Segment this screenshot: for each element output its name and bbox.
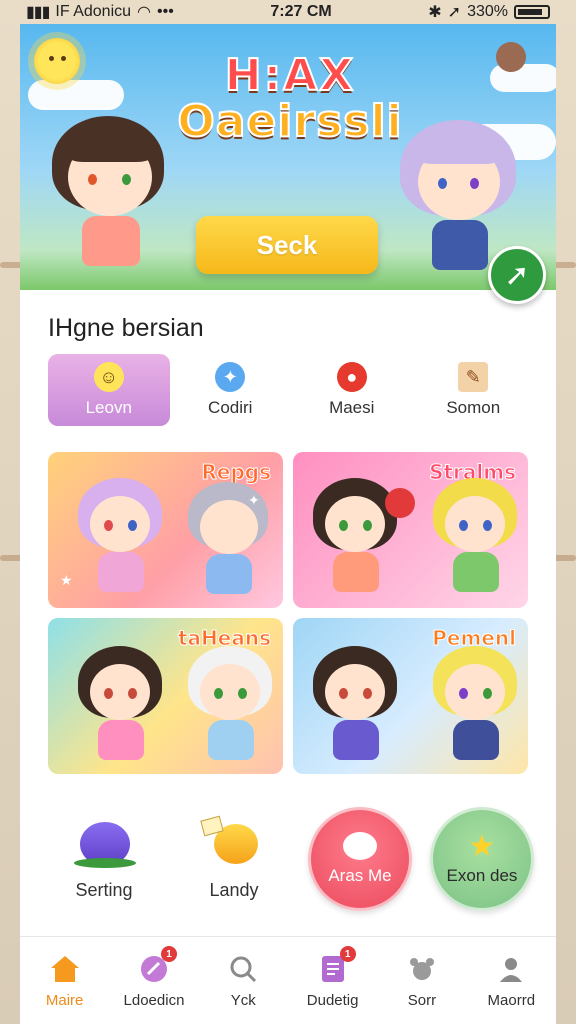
signal-icon: ▮▮▮ xyxy=(26,4,50,21)
character-illustration xyxy=(78,646,168,766)
cloud-decoration xyxy=(28,80,124,110)
arrow-up-right-icon: ➚ xyxy=(504,258,530,292)
home-icon xyxy=(48,952,82,986)
app-logo: H:AX Oaeirssli xyxy=(170,53,410,147)
tab-label: Maire xyxy=(45,992,84,1009)
logo-line-2: Oaeirssli xyxy=(176,96,403,147)
document-icon: 1 xyxy=(316,946,356,986)
cloud-decoration xyxy=(490,64,556,92)
clock: 7:27 CM xyxy=(270,3,332,20)
character-illustration xyxy=(52,116,172,276)
category-codiri[interactable]: ✦ Codiri xyxy=(170,354,292,426)
bear-icon xyxy=(343,832,377,860)
status-bar: ▮▮▮ IF Adonicu ◠ ••• 7:27 CM ✱ ➚ 330% xyxy=(20,0,556,24)
star-icon: ★ xyxy=(468,830,496,863)
character-illustration xyxy=(188,646,278,766)
card-repgs[interactable]: Repgs ✦ ★ xyxy=(48,452,283,608)
owl-icon xyxy=(496,42,526,72)
tab-yck[interactable]: Yck xyxy=(200,952,286,1009)
character-illustration xyxy=(433,478,523,598)
carrier-name: IF Adonicu xyxy=(55,3,132,20)
tab-sorr[interactable]: Sorr xyxy=(379,952,465,1009)
action-exon-des[interactable]: ★ Exon des xyxy=(430,807,534,911)
cat-mascot-icon xyxy=(72,818,136,870)
action-serting[interactable]: Serting xyxy=(48,818,160,901)
action-label: Serting xyxy=(75,879,133,900)
battery-percent: 330% xyxy=(467,3,508,20)
location-icon: ➚ xyxy=(447,4,462,21)
tab-label: Yck xyxy=(230,992,256,1009)
category-leovn[interactable]: ☺ Leovn xyxy=(48,354,170,426)
apple-icon: ● xyxy=(336,362,367,392)
tab-label: Ldoedicn xyxy=(123,992,185,1009)
sun-icon xyxy=(34,38,80,84)
category-row: ☺ Leovn ✦ Codiri ● Maesi ✎ Somon xyxy=(48,354,534,426)
category-label: Leovn xyxy=(85,398,132,417)
tab-label: Sorr xyxy=(407,992,437,1009)
search-button[interactable]: Seck xyxy=(196,216,378,274)
logo-line-1: H:AX xyxy=(224,50,356,101)
search-icon xyxy=(226,952,260,986)
more-icon: ••• xyxy=(157,3,174,20)
star-mascot-icon xyxy=(200,815,266,870)
action-aras-me[interactable]: Aras Me xyxy=(308,807,412,911)
lollipop-icon xyxy=(385,488,415,518)
battery-icon xyxy=(514,5,550,19)
bottom-tab-bar: Maire 1 Ldoedicn Yck 1 Dudetig Sorr Maor… xyxy=(20,936,556,1024)
tab-maorrd[interactable]: Maorrd xyxy=(468,952,554,1009)
app-screen: H:AX Oaeirssli Seck ➚ IHgne bersian ☺ Le… xyxy=(20,24,556,1024)
character-illustration xyxy=(433,646,523,766)
hero-banner: H:AX Oaeirssli Seck xyxy=(20,24,556,290)
feature-cards: Repgs ✦ ★ Stralms taHeans Pemenl xyxy=(48,452,528,774)
card-taheans[interactable]: taHeans xyxy=(48,618,283,774)
section-title: IHgne bersian xyxy=(48,314,204,342)
action-label: Exon des xyxy=(446,866,518,885)
card-stralms[interactable]: Stralms xyxy=(293,452,528,608)
paw-icon xyxy=(405,952,439,986)
category-label: Maesi xyxy=(329,398,375,417)
card-pemenl[interactable]: Pemenl xyxy=(293,618,528,774)
action-label: Aras Me xyxy=(328,866,392,885)
card-title: Repgs xyxy=(201,460,272,485)
category-label: Codiri xyxy=(208,398,253,417)
character-illustration xyxy=(188,482,278,602)
tab-label: Dudetig xyxy=(306,992,359,1009)
quick-actions: Serting Landy Aras Me ★ Exon des xyxy=(48,804,534,914)
notification-badge: 1 xyxy=(339,946,356,962)
tab-maire[interactable]: Maire xyxy=(22,952,108,1009)
tab-dudetig[interactable]: 1 Dudetig xyxy=(290,946,376,1009)
pencil-box-icon: ✎ xyxy=(458,362,489,392)
category-somon[interactable]: ✎ Somon xyxy=(413,354,535,426)
notification-badge: 1 xyxy=(160,946,177,962)
chat-bubble-icon: ✦ xyxy=(215,362,246,392)
tab-label: Maorrd xyxy=(487,992,536,1009)
profile-icon xyxy=(494,952,528,986)
action-label: Landy xyxy=(209,879,259,900)
edit-icon: 1 xyxy=(137,946,177,986)
character-illustration xyxy=(313,646,403,766)
character-illustration xyxy=(78,478,168,598)
share-button[interactable]: ➚ xyxy=(488,246,546,304)
wifi-icon: ◠ xyxy=(137,4,151,21)
category-label: Somon xyxy=(446,398,501,417)
smiley-icon: ☺ xyxy=(93,362,124,392)
tab-ldoedicn[interactable]: 1 Ldoedicn xyxy=(111,946,197,1009)
bluetooth-icon: ✱ xyxy=(428,4,442,21)
action-landy[interactable]: Landy xyxy=(178,815,290,901)
category-maesi[interactable]: ● Maesi xyxy=(291,354,413,426)
